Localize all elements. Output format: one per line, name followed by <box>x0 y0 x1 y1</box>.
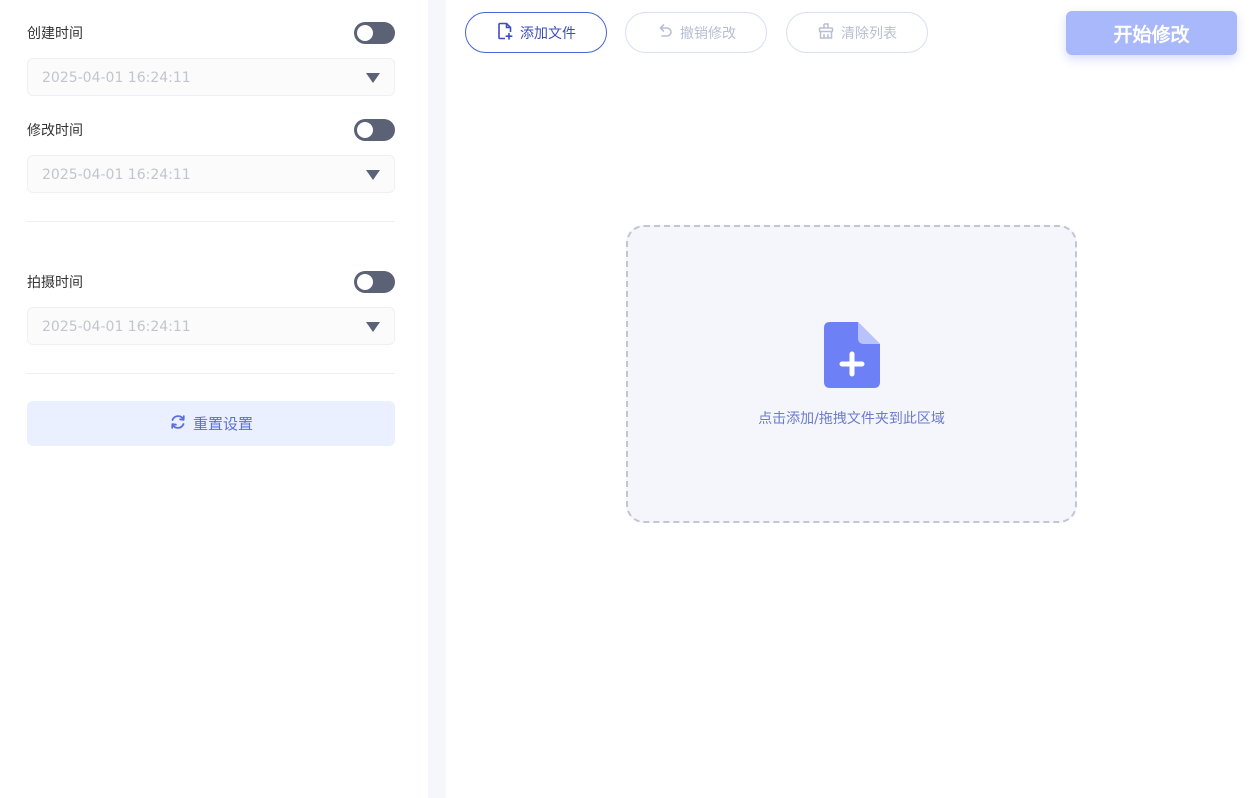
section-divider <box>27 221 395 222</box>
caret-down-icon <box>366 73 380 83</box>
toggle-knob <box>357 122 373 138</box>
add-file-label: 添加文件 <box>520 25 576 42</box>
modify-time-toggle[interactable] <box>354 119 395 141</box>
start-modify-button[interactable]: 开始修改 <box>1066 11 1237 55</box>
file-plus-icon <box>496 22 514 44</box>
clear-list-button[interactable]: 清除列表 <box>786 12 928 53</box>
create-time-label: 创建时间 <box>27 26 83 42</box>
reset-settings-button[interactable]: 重置设置 <box>27 401 395 446</box>
settings-panel: 创建时间 2025-04-01 16:24:11 修改时间 2025-04-01… <box>0 0 428 798</box>
shoot-time-label: 拍摄时间 <box>27 275 83 291</box>
section-divider <box>27 373 395 374</box>
caret-down-icon <box>366 322 380 332</box>
modify-time-label: 修改时间 <box>27 123 83 139</box>
file-plus-icon <box>824 322 880 392</box>
modify-time-value: 2025-04-01 16:24:11 <box>42 167 191 183</box>
modify-time-select[interactable]: 2025-04-01 16:24:11 <box>27 155 395 193</box>
clear-list-label: 清除列表 <box>841 25 897 42</box>
shoot-time-select[interactable]: 2025-04-01 16:24:11 <box>27 307 395 345</box>
shoot-time-toggle[interactable] <box>354 271 395 293</box>
shoot-time-value: 2025-04-01 16:24:11 <box>42 319 191 335</box>
undo-icon <box>656 22 674 44</box>
refresh-icon <box>169 413 187 435</box>
drop-zone-hint: 点击添加/拖拽文件夹到此区域 <box>758 411 945 427</box>
broom-icon <box>817 22 835 44</box>
create-time-value: 2025-04-01 16:24:11 <box>42 70 191 86</box>
toggle-knob <box>357 25 373 41</box>
undo-changes-label: 撤销修改 <box>680 25 736 42</box>
toggle-knob <box>357 274 373 290</box>
create-time-toggle[interactable] <box>354 22 395 44</box>
create-time-select[interactable]: 2025-04-01 16:24:11 <box>27 58 395 96</box>
reset-settings-label: 重置设置 <box>192 415 253 433</box>
undo-changes-button[interactable]: 撤销修改 <box>625 12 767 53</box>
caret-down-icon <box>366 170 380 180</box>
panel-gutter <box>428 0 446 798</box>
file-drop-zone[interactable]: 点击添加/拖拽文件夹到此区域 <box>626 225 1077 523</box>
add-file-button[interactable]: 添加文件 <box>465 12 607 53</box>
